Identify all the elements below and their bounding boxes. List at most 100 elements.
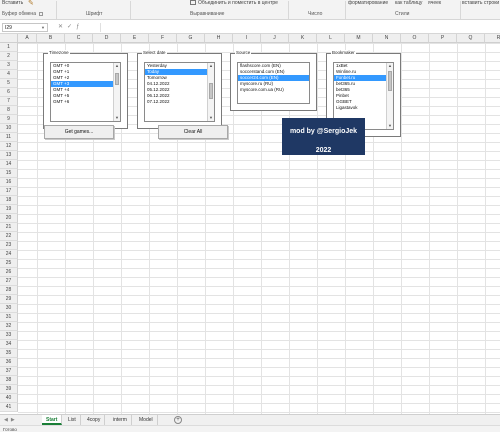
column-header-O[interactable]: O	[401, 34, 429, 43]
row-header-7[interactable]: 7	[0, 97, 18, 106]
row-header-39[interactable]: 39	[0, 385, 18, 394]
row-header-17[interactable]: 17	[0, 187, 18, 196]
column-header-D[interactable]: D	[93, 34, 121, 43]
column-header-C[interactable]: C	[65, 34, 93, 43]
tab-interm[interactable]: interm	[109, 415, 132, 425]
scroll-thumb[interactable]	[388, 71, 392, 91]
row-header-8[interactable]: 8	[0, 106, 18, 115]
add-sheet-icon[interactable]: +	[174, 416, 182, 424]
row-header-20[interactable]: 20	[0, 214, 18, 223]
row-header-23[interactable]: 23	[0, 241, 18, 250]
row-header-28[interactable]: 28	[0, 286, 18, 295]
scroll-up-icon[interactable]: ▲	[208, 63, 214, 69]
enter-icon[interactable]: ✓	[67, 24, 76, 30]
column-header-G[interactable]: G	[177, 34, 205, 43]
cell-styles-label[interactable]: ячеек	[428, 0, 441, 8]
tab-start[interactable]: Start	[42, 415, 63, 425]
insert-function-icon[interactable]: ƒ	[76, 24, 83, 30]
insert-rows-label[interactable]: вставить строки	[462, 0, 499, 8]
chevron-down-icon[interactable]: ▼	[41, 24, 45, 32]
row-header-32[interactable]: 32	[0, 322, 18, 331]
formula-input[interactable]	[100, 23, 492, 32]
row-header-9[interactable]: 9	[0, 115, 18, 124]
row-header-4[interactable]: 4	[0, 70, 18, 79]
list-item[interactable]: Ligastavok	[334, 105, 393, 111]
column-header-H[interactable]: H	[205, 34, 233, 43]
column-header-L[interactable]: L	[317, 34, 345, 43]
row-header-13[interactable]: 13	[0, 151, 18, 160]
column-header-M[interactable]: M	[345, 34, 373, 43]
column-header-R[interactable]: R	[485, 34, 500, 43]
row-header-40[interactable]: 40	[0, 394, 18, 403]
row-header-16[interactable]: 16	[0, 178, 18, 187]
bookmaker-scrollbar[interactable]: ▲ ▼	[386, 63, 393, 129]
row-header-25[interactable]: 25	[0, 259, 18, 268]
row-header-12[interactable]: 12	[0, 142, 18, 151]
row-header-22[interactable]: 22	[0, 232, 18, 241]
row-header-19[interactable]: 19	[0, 205, 18, 214]
get-games-button[interactable]: Get games...	[44, 125, 114, 139]
list-item[interactable]: GMT +6	[51, 99, 120, 105]
list-item[interactable]: myscore.com.ua (RU)	[238, 87, 309, 93]
date-listbox[interactable]: Yesterday Today Tomorrow 04.12.2022 05.12.20…	[144, 62, 215, 122]
row-header-33[interactable]: 33	[0, 331, 18, 340]
scroll-down-icon[interactable]: ▼	[208, 115, 214, 121]
column-header-Q[interactable]: Q	[457, 34, 485, 43]
name-box[interactable]: I29 ▼	[2, 23, 48, 32]
column-header-J[interactable]: J	[261, 34, 289, 43]
row-header-15[interactable]: 15	[0, 169, 18, 178]
scroll-down-icon[interactable]: ▼	[114, 115, 120, 121]
row-header-14[interactable]: 14	[0, 160, 18, 169]
column-header-K[interactable]: K	[289, 34, 317, 43]
column-header-A[interactable]: A	[18, 34, 37, 43]
list-item[interactable]: 07.12.2022	[145, 99, 214, 105]
scroll-up-icon[interactable]: ▲	[387, 63, 393, 69]
row-header-5[interactable]: 5	[0, 79, 18, 88]
tab-list[interactable]: List	[64, 415, 81, 425]
row-header-35[interactable]: 35	[0, 349, 18, 358]
conditional-formatting-label[interactable]: форматирование	[348, 0, 388, 8]
source-listbox[interactable]: flashscore.com (EN) soccerstand.com (EN) s…	[237, 62, 310, 104]
row-header-31[interactable]: 31	[0, 313, 18, 322]
scroll-up-icon[interactable]: ▲	[114, 63, 120, 69]
row-header-37[interactable]: 37	[0, 367, 18, 376]
column-header-F[interactable]: F	[149, 34, 177, 43]
row-header-36[interactable]: 36	[0, 358, 18, 367]
scroll-down-icon[interactable]: ▼	[387, 123, 393, 129]
scroll-thumb[interactable]	[115, 73, 119, 85]
date-scrollbar[interactable]: ▲ ▼	[207, 63, 214, 121]
row-header-1[interactable]: 1	[0, 43, 18, 52]
column-header-P[interactable]: P	[429, 34, 457, 43]
column-header-B[interactable]: B	[37, 34, 65, 43]
timezone-listbox[interactable]: GMT +0 GMT +1 GMT +2 GMT +3 GMT +4 GMT +5 GMT …	[50, 62, 121, 122]
row-header-30[interactable]: 30	[0, 304, 18, 313]
column-header-I[interactable]: I	[233, 34, 261, 43]
tab-4copy[interactable]: 4copy	[83, 415, 106, 425]
scroll-thumb[interactable]	[209, 83, 213, 99]
row-header-21[interactable]: 21	[0, 223, 18, 232]
row-header-24[interactable]: 24	[0, 250, 18, 259]
row-header-41[interactable]: 41	[0, 403, 18, 412]
row-header-34[interactable]: 34	[0, 340, 18, 349]
cancel-icon[interactable]: ✕	[58, 24, 67, 30]
tab-nav-icons[interactable]: ◀▶	[4, 417, 18, 423]
row-header-11[interactable]: 11	[0, 133, 18, 142]
column-header-N[interactable]: N	[373, 34, 401, 43]
paste-label[interactable]: Вставить	[2, 0, 23, 8]
format-painter-icon[interactable]: ✎	[28, 0, 34, 7]
select-all-corner[interactable]	[0, 34, 18, 43]
format-as-table-label[interactable]: как таблицу	[395, 0, 422, 8]
row-header-27[interactable]: 27	[0, 277, 18, 286]
row-header-10[interactable]: 10	[0, 124, 18, 133]
row-header-26[interactable]: 26	[0, 268, 18, 277]
row-header-38[interactable]: 38	[0, 376, 18, 385]
tab-model[interactable]: Model	[135, 415, 158, 425]
timezone-scrollbar[interactable]: ▲ ▼	[113, 63, 120, 121]
row-header-29[interactable]: 29	[0, 295, 18, 304]
row-header-3[interactable]: 3	[0, 61, 18, 70]
merge-center-button[interactable]: Объединить и поместить в центре	[190, 0, 278, 8]
clear-all-button[interactable]: Clear All	[158, 125, 228, 139]
row-header-6[interactable]: 6	[0, 88, 18, 97]
dialog-launcher-icon[interactable]	[38, 11, 43, 16]
row-header-2[interactable]: 2	[0, 52, 18, 61]
